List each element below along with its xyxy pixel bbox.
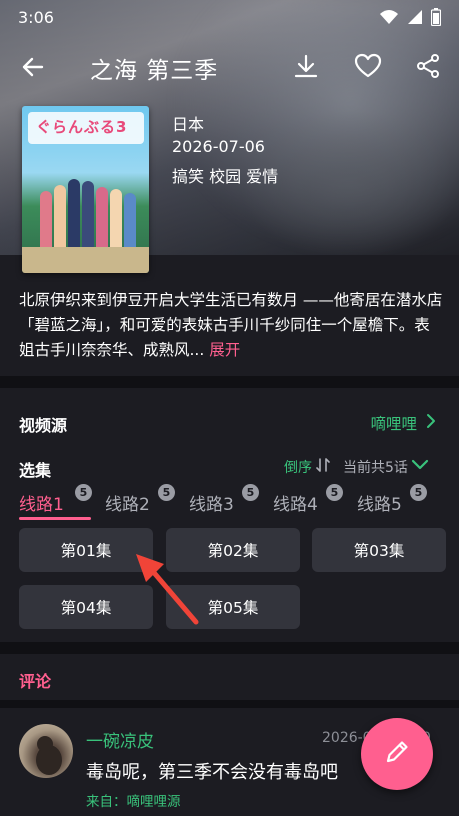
line-tab-5[interactable]: 线路5: [357, 490, 402, 515]
anime-poster: ぐらんぶる3: [22, 106, 149, 273]
synopsis: 北原伊织来到伊豆开启大学生活已有数月 ——他寄居在潜水店「碧蓝之海」，和可爱的表…: [19, 288, 444, 363]
status-time: 3:06: [18, 7, 54, 27]
annotation-arrow-icon: [136, 554, 199, 625]
chevron-right-icon: [425, 413, 437, 433]
anime-tags: 搞笑 校园 爱情: [172, 167, 279, 186]
download-icon[interactable]: [293, 53, 319, 83]
line-badge-4: 5: [326, 484, 343, 501]
comment-source: 来自：嘀哩哩源: [86, 794, 181, 810]
comment-username[interactable]: 一碗凉皮: [86, 727, 154, 752]
write-comment-button[interactable]: [361, 718, 433, 790]
back-arrow-icon[interactable]: [20, 54, 46, 84]
episode-total-dropdown[interactable]: 当前共5话: [343, 457, 429, 477]
heart-icon[interactable]: [354, 53, 382, 83]
battery-icon: [431, 8, 441, 26]
line-tab-2[interactable]: 线路2: [105, 490, 150, 515]
line-badge-3: 5: [242, 484, 259, 501]
chevron-down-icon: [411, 459, 429, 475]
sort-icon: [316, 457, 330, 477]
active-tab-indicator: [19, 517, 91, 520]
sort-order-label: 倒序: [284, 460, 312, 476]
line-tab-4[interactable]: 线路4: [273, 490, 318, 515]
expand-link[interactable]: 展开: [209, 341, 240, 359]
section-divider: [0, 700, 459, 708]
wifi-icon: [379, 9, 399, 25]
line-badge-2: 5: [158, 484, 175, 501]
app-bar: 之海 第三季: [0, 42, 459, 92]
comment-text: 毒岛呢，第三季不会没有毒岛吧: [86, 762, 338, 783]
line-badge-1: 5: [75, 484, 92, 501]
line-tab-3[interactable]: 线路3: [189, 490, 234, 515]
video-source-selector[interactable]: 嘀哩哩: [370, 412, 437, 434]
line-tab-1[interactable]: 线路1: [19, 490, 64, 515]
signal-icon: [407, 9, 423, 25]
video-source-label: 视频源: [19, 416, 68, 435]
comments-label: 评论: [19, 672, 52, 691]
share-icon[interactable]: [415, 53, 441, 83]
episode-button[interactable]: 第03集: [312, 528, 446, 572]
section-divider: [0, 376, 459, 388]
status-bar: 3:06: [0, 0, 459, 34]
section-divider: [0, 642, 459, 654]
sort-order-toggle[interactable]: 倒序: [284, 457, 330, 477]
video-source-value: 嘀哩哩: [370, 415, 417, 433]
anime-country: 日本: [172, 115, 205, 134]
avatar[interactable]: [19, 724, 73, 778]
anime-date: 2026-07-06: [172, 137, 265, 156]
episodes-label: 选集: [19, 461, 52, 480]
poster-logo-text: ぐらんぶる3: [36, 118, 128, 136]
episode-total-label: 当前共5话: [343, 460, 408, 476]
page-title: 之海 第三季: [90, 58, 219, 84]
pencil-icon: [382, 737, 412, 771]
line-badge-5: 5: [410, 484, 427, 501]
